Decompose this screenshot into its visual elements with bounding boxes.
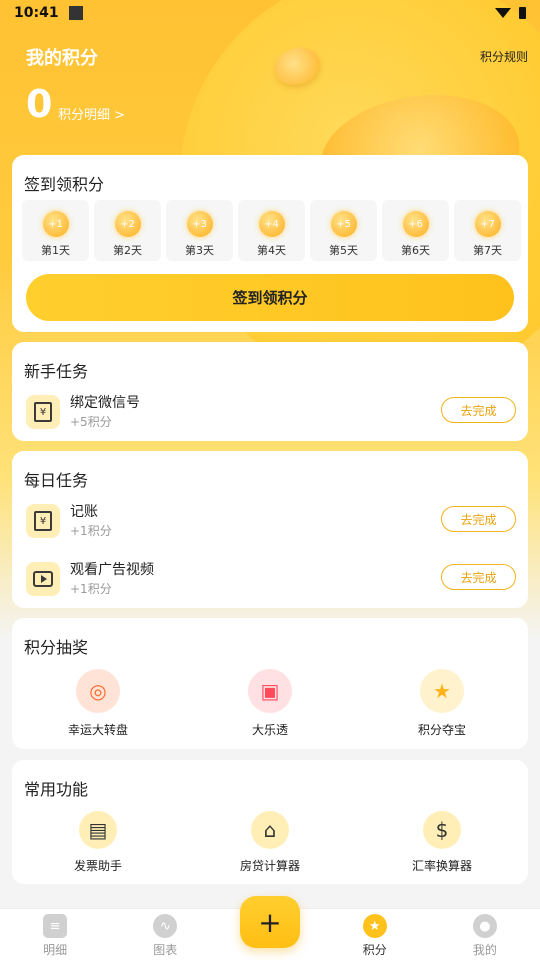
tab-mine[interactable]: ● 我的 — [430, 909, 540, 960]
detail-icon: ≡ — [43, 914, 68, 938]
ledger-icon: ¥ — [26, 395, 60, 429]
wheel-icon: ◎ — [76, 669, 120, 713]
checkin-day-2[interactable]: +2 第2天 — [94, 200, 161, 261]
status-time: 10:41 — [14, 5, 59, 21]
coin-icon: +3 — [186, 211, 213, 237]
lottery-super-lotto[interactable]: ▣ 大乐透 — [184, 669, 356, 738]
tab-label: 图表 — [153, 943, 178, 957]
feature-label: 发票助手 — [73, 859, 122, 873]
lottery-title: 积分抽奖 — [24, 638, 89, 657]
task-name: 绑定微信号 — [70, 395, 140, 411]
checkin-title: 签到领积分 — [24, 175, 105, 194]
add-record-button[interactable]: + — [240, 896, 300, 948]
common-features-title: 常用功能 — [24, 780, 89, 799]
tab-detail[interactable]: ≡ 明细 — [0, 909, 110, 960]
checkin-button[interactable]: 签到领积分 — [26, 274, 514, 321]
lottery-card: 积分抽奖 ◎ 幸运大转盘 ▣ 大乐透 ★ 积分夺宝 — [12, 618, 528, 749]
checkin-card: 签到领积分 +1 第1天 +2 第2天 +3 第3天 +4 第4天 +5 第5天 +6 第6… — [12, 155, 528, 332]
daily-tasks-card: 每日任务 ¥ 记账 +1积分 去完成 观看广告视频 +1积分 去完成 — [12, 451, 528, 608]
points-detail-link[interactable]: 积分明细 > — [58, 104, 125, 123]
points-balance: 0 — [26, 82, 53, 126]
tab-label: 积分 — [362, 943, 387, 957]
notification-icon — [68, 6, 83, 20]
task-name: 观看广告视频 — [70, 562, 154, 578]
lottery-points-treasure[interactable]: ★ 积分夺宝 — [356, 669, 528, 738]
chart-icon: ∿ — [153, 914, 178, 938]
newbie-tasks-title: 新手任务 — [24, 362, 89, 381]
checkin-day-1[interactable]: +1 第1天 — [22, 200, 89, 261]
lottery-grid: ◎ 幸运大转盘 ▣ 大乐透 ★ 积分夺宝 — [12, 669, 528, 738]
lottery-label: 积分夺宝 — [417, 723, 466, 737]
daily-tasks-title: 每日任务 — [24, 471, 89, 490]
lottery-label: 幸运大转盘 — [67, 723, 128, 737]
coin-icon: +2 — [114, 211, 141, 237]
common-features-card: 常用功能 ▤ 发票助手 ⌂ 房贷计算器 $ 汇率换算器 — [12, 760, 528, 884]
treasure-chest-icon: ▣ — [248, 669, 292, 713]
profile-icon: ● — [472, 914, 497, 938]
task-points: +1积分 — [70, 582, 112, 596]
coin-icon: +4 — [258, 211, 285, 237]
wifi-icon — [495, 8, 511, 18]
tab-label: 我的 — [472, 943, 497, 957]
checkin-day-5[interactable]: +5 第5天 — [310, 200, 377, 261]
tab-label: 明细 — [43, 943, 68, 957]
points-rules-link[interactable]: 积分规则 — [480, 48, 528, 65]
coin-icon: +5 — [330, 211, 357, 237]
video-icon — [26, 562, 60, 596]
status-bar: 10:41 — [0, 0, 540, 26]
task-points: +5积分 — [70, 415, 112, 429]
task-name: 记账 — [70, 504, 98, 520]
task-complete-button[interactable]: 去完成 — [441, 397, 516, 423]
tab-points[interactable]: ★ 积分 — [320, 909, 430, 960]
day-label: 第2天 — [113, 244, 142, 257]
points-star-icon: ★ — [362, 914, 387, 938]
currency-exchange-icon: $ — [423, 811, 461, 849]
coin-icon: +6 — [402, 211, 429, 237]
house-percent-icon: ⌂ — [251, 811, 289, 849]
lottery-label: 大乐透 — [251, 723, 288, 737]
feature-invoice-assistant[interactable]: ▤ 发票助手 — [12, 811, 184, 874]
features-grid: ▤ 发票助手 ⌂ 房贷计算器 $ 汇率换算器 — [12, 811, 528, 874]
task-bookkeeping: ¥ 记账 +1积分 去完成 — [26, 501, 516, 543]
day-label: 第5天 — [329, 244, 358, 257]
day-label: 第4天 — [257, 244, 286, 257]
checkin-day-3[interactable]: +3 第3天 — [166, 200, 233, 261]
checkin-days: +1 第1天 +2 第2天 +3 第3天 +4 第4天 +5 第5天 +6 第6天 +7 第7… — [22, 200, 521, 261]
task-bind-wechat: ¥ 绑定微信号 +5积分 去完成 — [26, 392, 516, 434]
checkin-day-4[interactable]: +4 第4天 — [238, 200, 305, 261]
day-label: 第1天 — [41, 244, 70, 257]
checkin-day-6[interactable]: +6 第6天 — [382, 200, 449, 261]
task-complete-button[interactable]: 去完成 — [441, 564, 516, 590]
task-watch-ad: 观看广告视频 +1积分 去完成 — [26, 559, 516, 601]
coin-icon: +1 — [42, 211, 69, 237]
day-label: 第7天 — [473, 244, 502, 257]
checkin-day-7[interactable]: +7 第7天 — [454, 200, 521, 261]
star-icon: ★ — [420, 669, 464, 713]
ledger-icon: ¥ — [26, 504, 60, 538]
day-label: 第6天 — [401, 244, 430, 257]
battery-icon — [519, 7, 526, 19]
newbie-tasks-card: 新手任务 ¥ 绑定微信号 +5积分 去完成 — [12, 342, 528, 441]
tab-chart[interactable]: ∿ 图表 — [110, 909, 220, 960]
task-points: +1积分 — [70, 524, 112, 538]
task-complete-button[interactable]: 去完成 — [441, 506, 516, 532]
feature-label: 汇率换算器 — [411, 859, 472, 873]
invoice-icon: ▤ — [79, 811, 117, 849]
page-title: 我的积分 — [26, 48, 98, 69]
feature-currency-converter[interactable]: $ 汇率换算器 — [356, 811, 528, 874]
feature-label: 房贷计算器 — [239, 859, 300, 873]
lottery-lucky-wheel[interactable]: ◎ 幸运大转盘 — [12, 669, 184, 738]
feature-mortgage-calculator[interactable]: ⌂ 房贷计算器 — [184, 811, 356, 874]
day-label: 第3天 — [185, 244, 214, 257]
coin-icon: +7 — [474, 211, 501, 237]
